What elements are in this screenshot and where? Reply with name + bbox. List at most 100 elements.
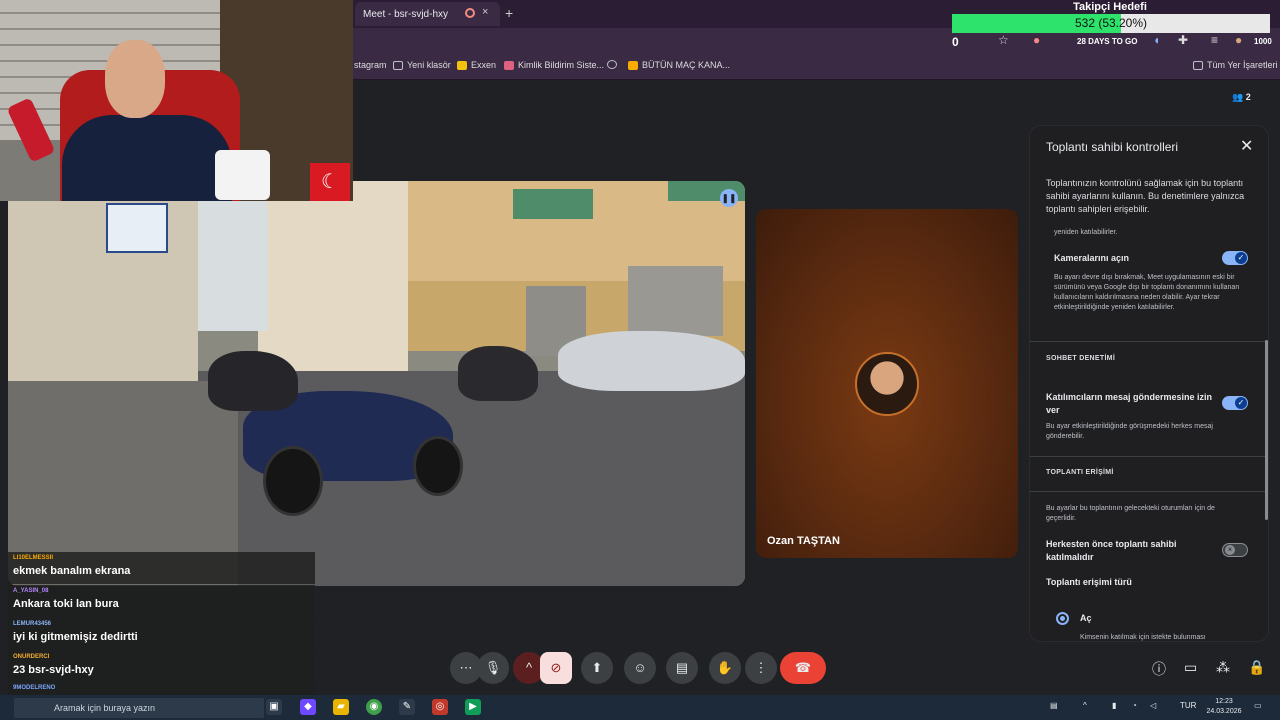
follower-progress-bar: 532 (53.20%)	[952, 14, 1270, 33]
bookmark-star-icon[interactable]: ☆	[998, 33, 1009, 47]
chat-toggle[interactable]	[1222, 396, 1248, 410]
feather-icon	[504, 60, 514, 70]
camera-off-button[interactable]: ⊘	[540, 652, 572, 684]
open-description: Kimsenin katılmak için istekte bulunması	[1080, 634, 1206, 641]
tab-close-button[interactable]: ×	[482, 6, 488, 18]
all-bookmarks-button[interactable]: Tüm Yer İşaretleri	[1193, 60, 1278, 70]
panel-intro: Toplantınızın kontrolünü sağlamak için b…	[1046, 178, 1245, 214]
streamer-webcam: ☾	[0, 0, 353, 201]
extension-icon[interactable]: ●	[1033, 33, 1040, 47]
mug	[215, 150, 270, 200]
exxen-icon	[457, 60, 467, 70]
folder-icon	[1193, 60, 1203, 70]
host-controls-icon[interactable]: 🔒	[1248, 659, 1265, 676]
browser-tab-meet[interactable]: Meet - bsr-svjd-hxy ×	[355, 2, 500, 26]
balcony	[513, 189, 593, 219]
scooter-rider	[458, 346, 538, 401]
people-count-badge[interactable]: 👥 2	[1232, 92, 1251, 103]
chat-username: A_YASIN_08	[13, 588, 49, 594]
end-call-button[interactable]: ☎	[780, 652, 826, 684]
close-icon[interactable]: ✕	[1240, 136, 1253, 156]
network-icon[interactable]: ◔	[1132, 701, 1137, 710]
chat-message: LEMUR43456 iyi ki gitmemişiz dedirtti	[8, 618, 315, 650]
open-label: Aç	[1080, 613, 1092, 623]
chat-section-heading: SOHBET DENETİMİ	[1046, 355, 1116, 362]
bookmark-globe[interactable]	[607, 60, 617, 69]
chat-text: iyi ki gitmemişiz dedirtti	[13, 631, 138, 643]
chat-username: LEMUR43456	[13, 621, 52, 627]
chevron-up-icon[interactable]: ^	[1083, 701, 1087, 710]
task-view-icon[interactable]: ▣	[266, 699, 282, 715]
emoji-button[interactable]: ☺	[624, 652, 656, 684]
host-first-label: Herkesten önce toplantı sahibi katılmalı…	[1046, 539, 1177, 562]
bookmark-mac-kanali[interactable]: BÜTÜN MAÇ KANA...	[628, 60, 730, 70]
people-icon: 👥	[1232, 92, 1246, 102]
profile-avatar[interactable]: ●	[1235, 33, 1242, 47]
panel-scrollbar[interactable]	[1265, 340, 1268, 520]
follower-goal-title: Takipçi Hedefi	[1073, 1, 1147, 13]
jp-icon	[628, 60, 638, 70]
bookmark-folder[interactable]: Yeni klasör	[393, 60, 451, 70]
bookmark-kimlik[interactable]: Kimlik Bildirim Siste...	[504, 60, 604, 70]
chat-text: ekmek banalım ekrana	[13, 565, 131, 577]
wheel	[263, 446, 323, 516]
chat-message: 9MODELRENO	[8, 684, 315, 695]
meet-icon[interactable]: ▶	[465, 699, 481, 715]
chat-text: Ankara toki lan bura	[13, 598, 119, 610]
chat-setting-description: Bu ayar etkinleştirildiğinde görüşmedeki…	[1046, 423, 1213, 440]
follower-progress-text: 532 (53.20%)	[1074, 16, 1148, 30]
access-type-label: Toplantı erişimi türü	[1046, 577, 1132, 587]
chat-message: LI10ELMESSII ekmek banalım ekrana	[8, 552, 315, 584]
access-description: Bu ayarlar bu toplantının gelecekteki ot…	[1046, 505, 1215, 522]
clock-date: 24.03.2026	[1206, 708, 1242, 715]
bookmark-instagram[interactable]: stagram	[354, 60, 387, 70]
follower-days-left: 28 DAYS TO GO	[1077, 37, 1138, 46]
chat-setting-label: Katılımcıların mesaj göndermesine izin v…	[1046, 392, 1213, 415]
taskbar-search[interactable]: Aramak için buraya yazın	[14, 698, 264, 718]
new-tab-button[interactable]: +	[505, 5, 513, 21]
language-indicator[interactable]: TUR	[1180, 701, 1196, 710]
turkish-flag-icon: ☾	[310, 163, 350, 201]
extensions-puzzle-icon[interactable]: ✚	[1178, 33, 1188, 47]
reading-list-icon[interactable]: ≡	[1211, 33, 1218, 47]
main-video-feed: ❚❚	[8, 181, 745, 586]
camera-toggle[interactable]	[1222, 251, 1248, 265]
chat-message: ONURDERCI 23 bsr-svjd-hxy	[8, 651, 315, 683]
streamer-head	[105, 40, 165, 118]
follower-goal-value: 1000	[1254, 37, 1272, 46]
host-first-toggle[interactable]	[1222, 543, 1248, 557]
raise-hand-button[interactable]: ✋	[709, 652, 741, 684]
app-icon[interactable]: ◆	[300, 699, 316, 715]
chrome-icon[interactable]: ◉	[366, 699, 382, 715]
parked-scooters	[558, 331, 745, 391]
notepad-icon[interactable]: ✎	[399, 699, 415, 715]
microphone-button[interactable]: 🎙	[477, 652, 509, 684]
clock-time: 12:23	[1215, 698, 1233, 705]
file-explorer-icon[interactable]: ▰	[333, 699, 349, 715]
access-section-heading: TOPLANTI ERİŞİMİ	[1046, 469, 1114, 476]
divider	[1030, 341, 1268, 342]
chat-icon[interactable]: ▭	[1184, 659, 1197, 676]
more-actions-button[interactable]: ⋮	[745, 652, 777, 684]
bookmark-exxen[interactable]: Exxen	[457, 60, 496, 70]
obs-icon[interactable]: ◎	[432, 699, 448, 715]
tab-title: Meet - bsr-svjd-hxy	[363, 8, 449, 20]
avatar	[855, 352, 919, 416]
globe-icon	[607, 60, 617, 69]
info-icon[interactable]: ⓘ	[1152, 659, 1166, 679]
notifications-icon[interactable]: ▭	[1254, 701, 1262, 710]
participant-tile[interactable]: Ozan TAŞTAN	[756, 209, 1018, 558]
taskbar-clock[interactable]: 12:23 24.03.2026	[1204, 697, 1244, 717]
cut-text: yeniden katılabilirler.	[1054, 229, 1118, 236]
activities-icon[interactable]: ⁂	[1216, 659, 1230, 676]
audio-extension-icon[interactable]: ◖	[1153, 33, 1160, 47]
present-button[interactable]: ⬆	[581, 652, 613, 684]
captions-button[interactable]: ▤	[666, 652, 698, 684]
tray-icon[interactable]: ▤	[1050, 701, 1058, 710]
street-sign	[106, 203, 168, 253]
mic-tray-icon[interactable]: ▮	[1112, 701, 1116, 710]
divider	[1030, 456, 1268, 457]
open-radio[interactable]	[1056, 612, 1069, 625]
shutter	[628, 266, 723, 336]
volume-icon[interactable]: ◁	[1150, 701, 1156, 710]
